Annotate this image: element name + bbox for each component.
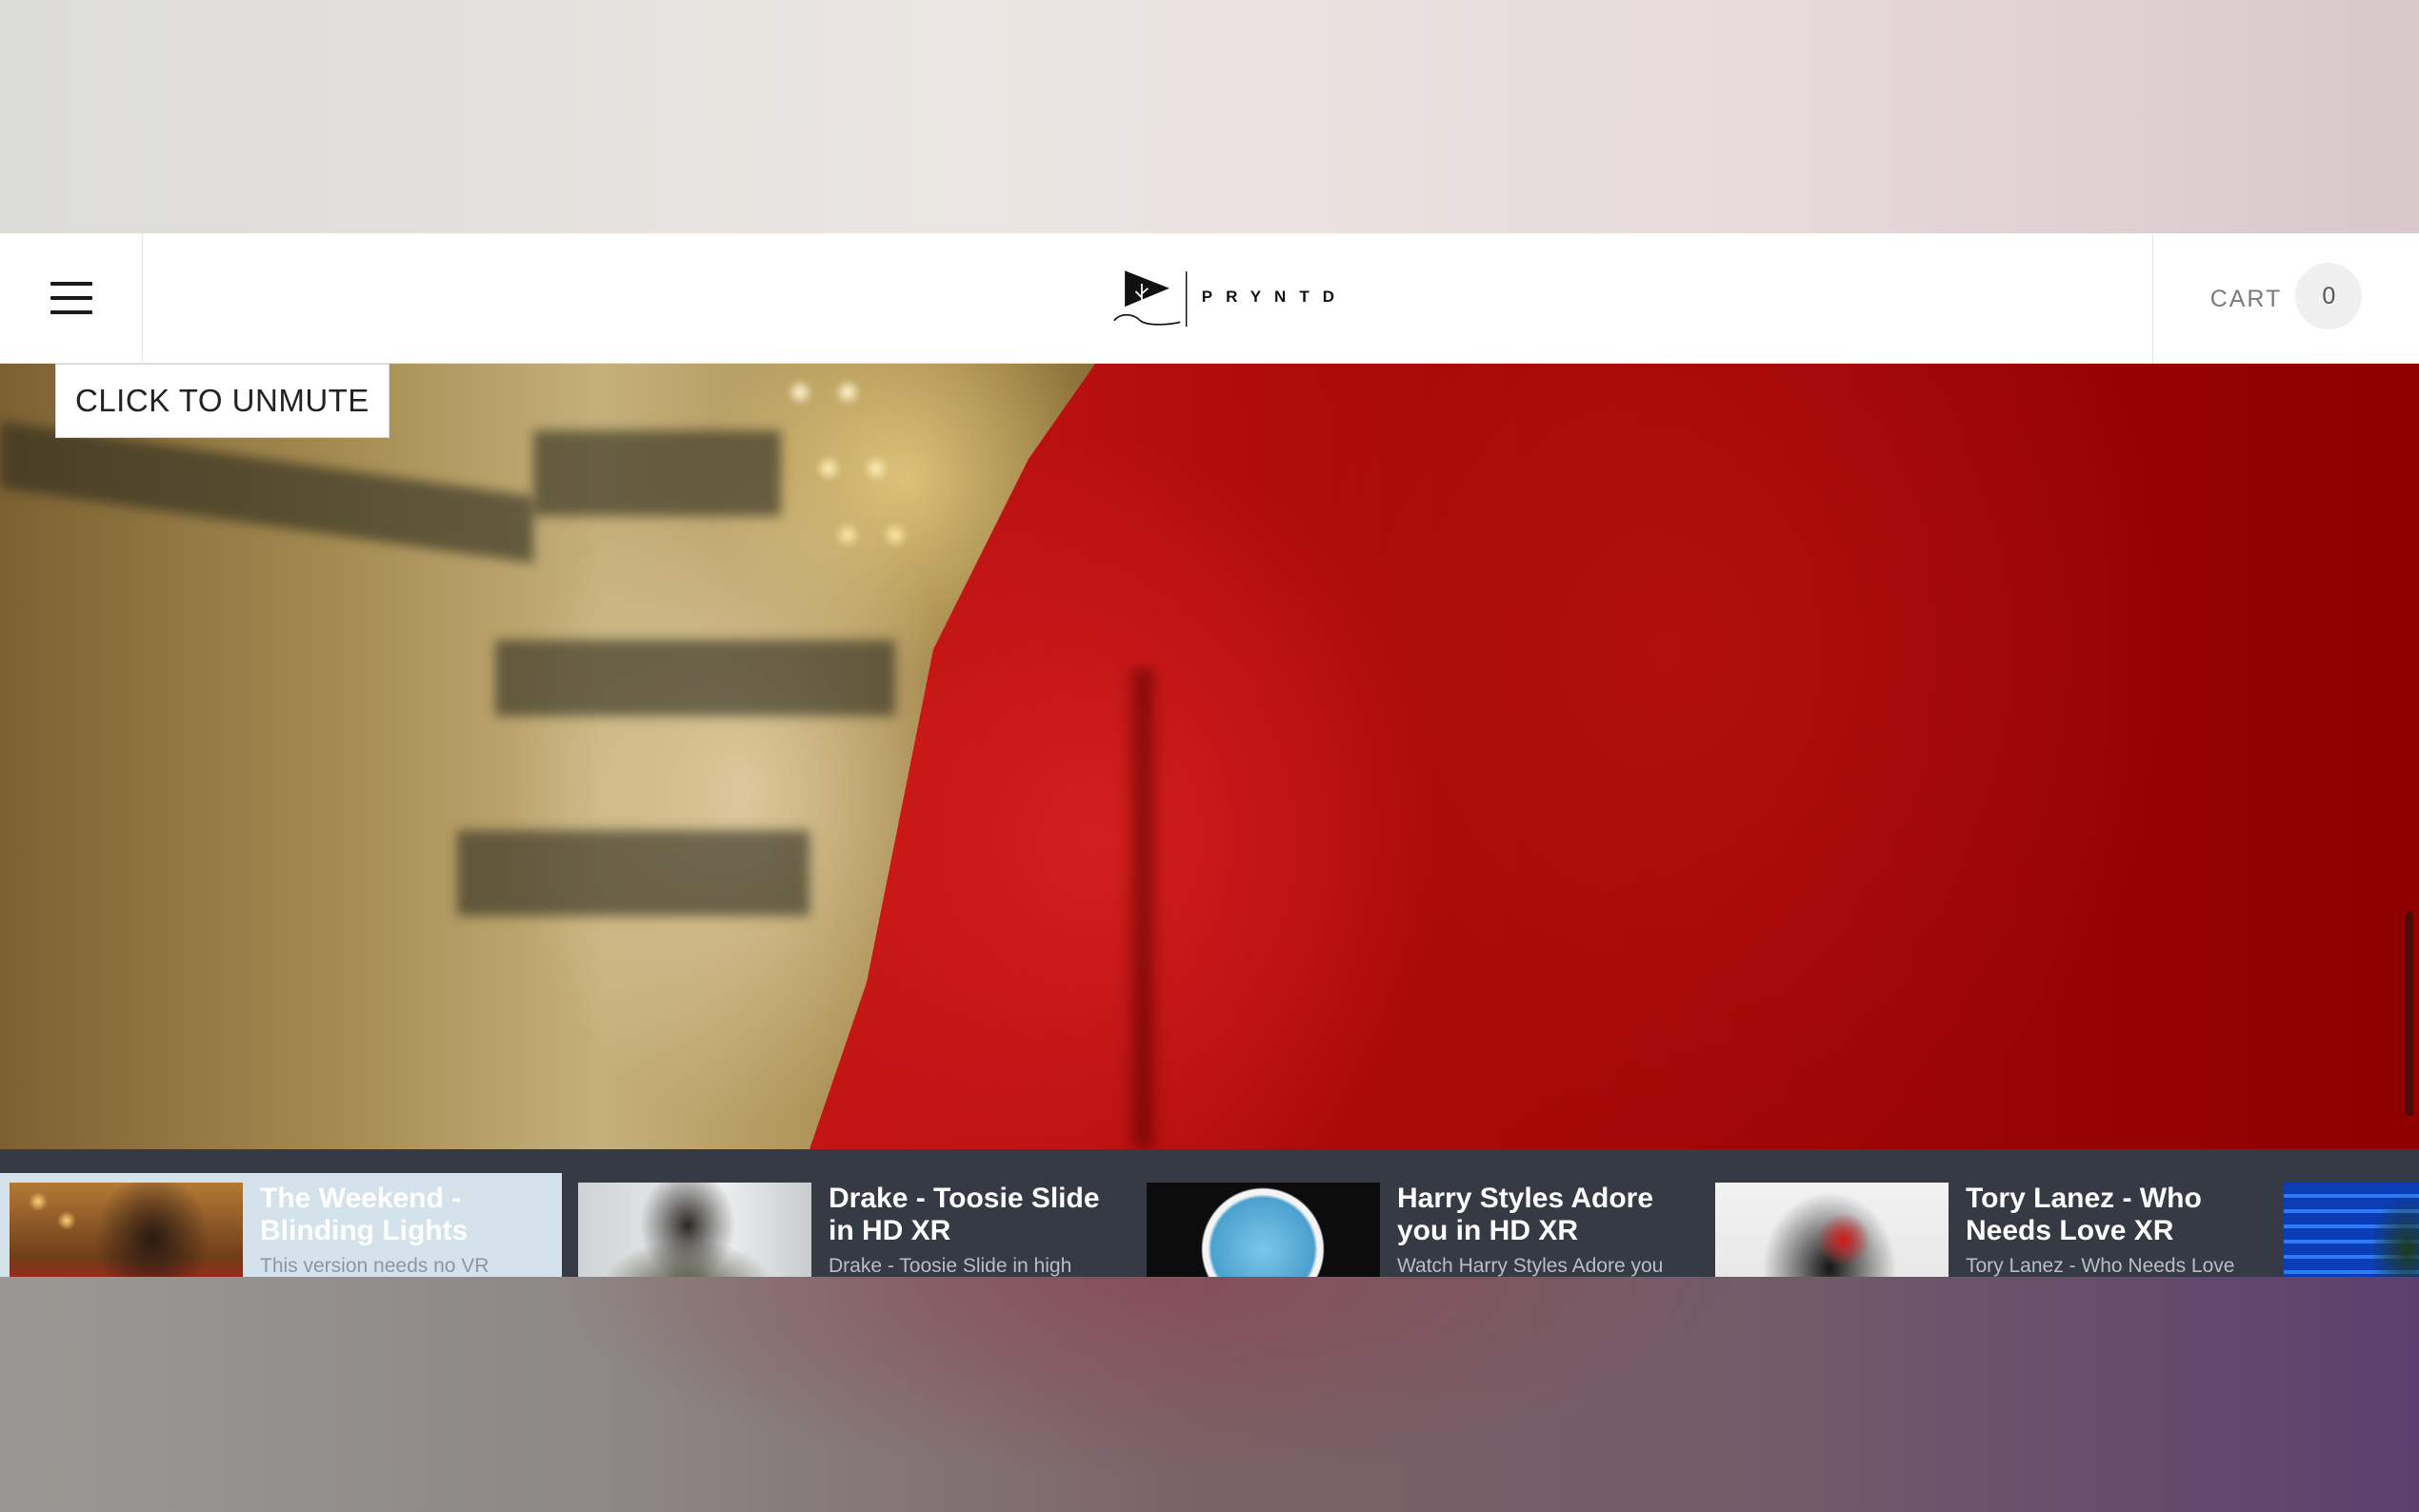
carousel-card-drake[interactable]: Drake - Toosie Slide in HD XR Drake - To… xyxy=(569,1173,1130,1277)
carousel-card-subtitle: Watch Harry Styles Adore you xyxy=(1397,1255,1664,1277)
carousel-card-subtitle: Tory Lanez - Who Needs Love xyxy=(1966,1255,2235,1277)
blurred-backdrop-bottom xyxy=(0,1277,2419,1512)
hero-video[interactable]: CLICK TO UNMUTE xyxy=(0,364,2419,1149)
cart-count-badge: 0 xyxy=(2295,263,2363,329)
carousel-card-title: Harry Styles Adore you in HD XR xyxy=(1397,1183,1654,1246)
carousel-card-harry-styles[interactable]: Harry Styles Adore you in HD XR Watch Ha… xyxy=(1137,1173,1699,1277)
carousel-thumbnail xyxy=(1147,1183,1380,1277)
video-frame-shadow xyxy=(1124,668,1162,1149)
carousel-thumbnail xyxy=(578,1183,811,1277)
carousel-thumbnail xyxy=(2284,1183,2419,1277)
hamburger-menu-icon xyxy=(50,282,92,314)
carousel-card-subtitle: Drake - Toosie Slide in high xyxy=(829,1255,1072,1277)
site-header: PRYNTD CART 0 xyxy=(0,233,2419,364)
carousel-card-partial[interactable] xyxy=(2274,1173,2419,1277)
carousel-thumbnail xyxy=(1715,1183,1949,1277)
carousel-thumbnail xyxy=(10,1183,243,1277)
logo-wordmark: PRYNTD xyxy=(1201,287,1348,306)
unmute-button[interactable]: CLICK TO UNMUTE xyxy=(55,364,390,438)
carousel-card-title: Tory Lanez - Who Needs Love XR xyxy=(1966,1183,2202,1246)
page-scrollbar-thumb[interactable] xyxy=(2406,911,2413,1116)
video-carousel: The Weekend - Blinding Lights This versi… xyxy=(0,1149,2419,1277)
carousel-card-title: The Weekend - Blinding Lights xyxy=(260,1183,469,1246)
carousel-card-title: Drake - Toosie Slide in HD XR xyxy=(829,1183,1100,1246)
site-logo[interactable]: PRYNTD xyxy=(1110,254,1348,345)
cart-label: CART xyxy=(2209,285,2283,312)
cart-button[interactable]: CART 0 xyxy=(2152,233,2419,363)
carousel-card-tory-lanez[interactable]: Tory Lanez - Who Needs Love XR Tory Lane… xyxy=(1706,1173,2268,1277)
video-frame-red-jacket xyxy=(810,364,2419,1149)
carousel-card-subtitle: This version needs no VR xyxy=(260,1255,490,1277)
menu-button[interactable] xyxy=(0,233,143,363)
play-tree-logo-icon xyxy=(1113,270,1188,328)
blurred-backdrop-top xyxy=(0,0,2419,233)
carousel-card-weekend[interactable]: The Weekend - Blinding Lights This versi… xyxy=(0,1173,562,1277)
